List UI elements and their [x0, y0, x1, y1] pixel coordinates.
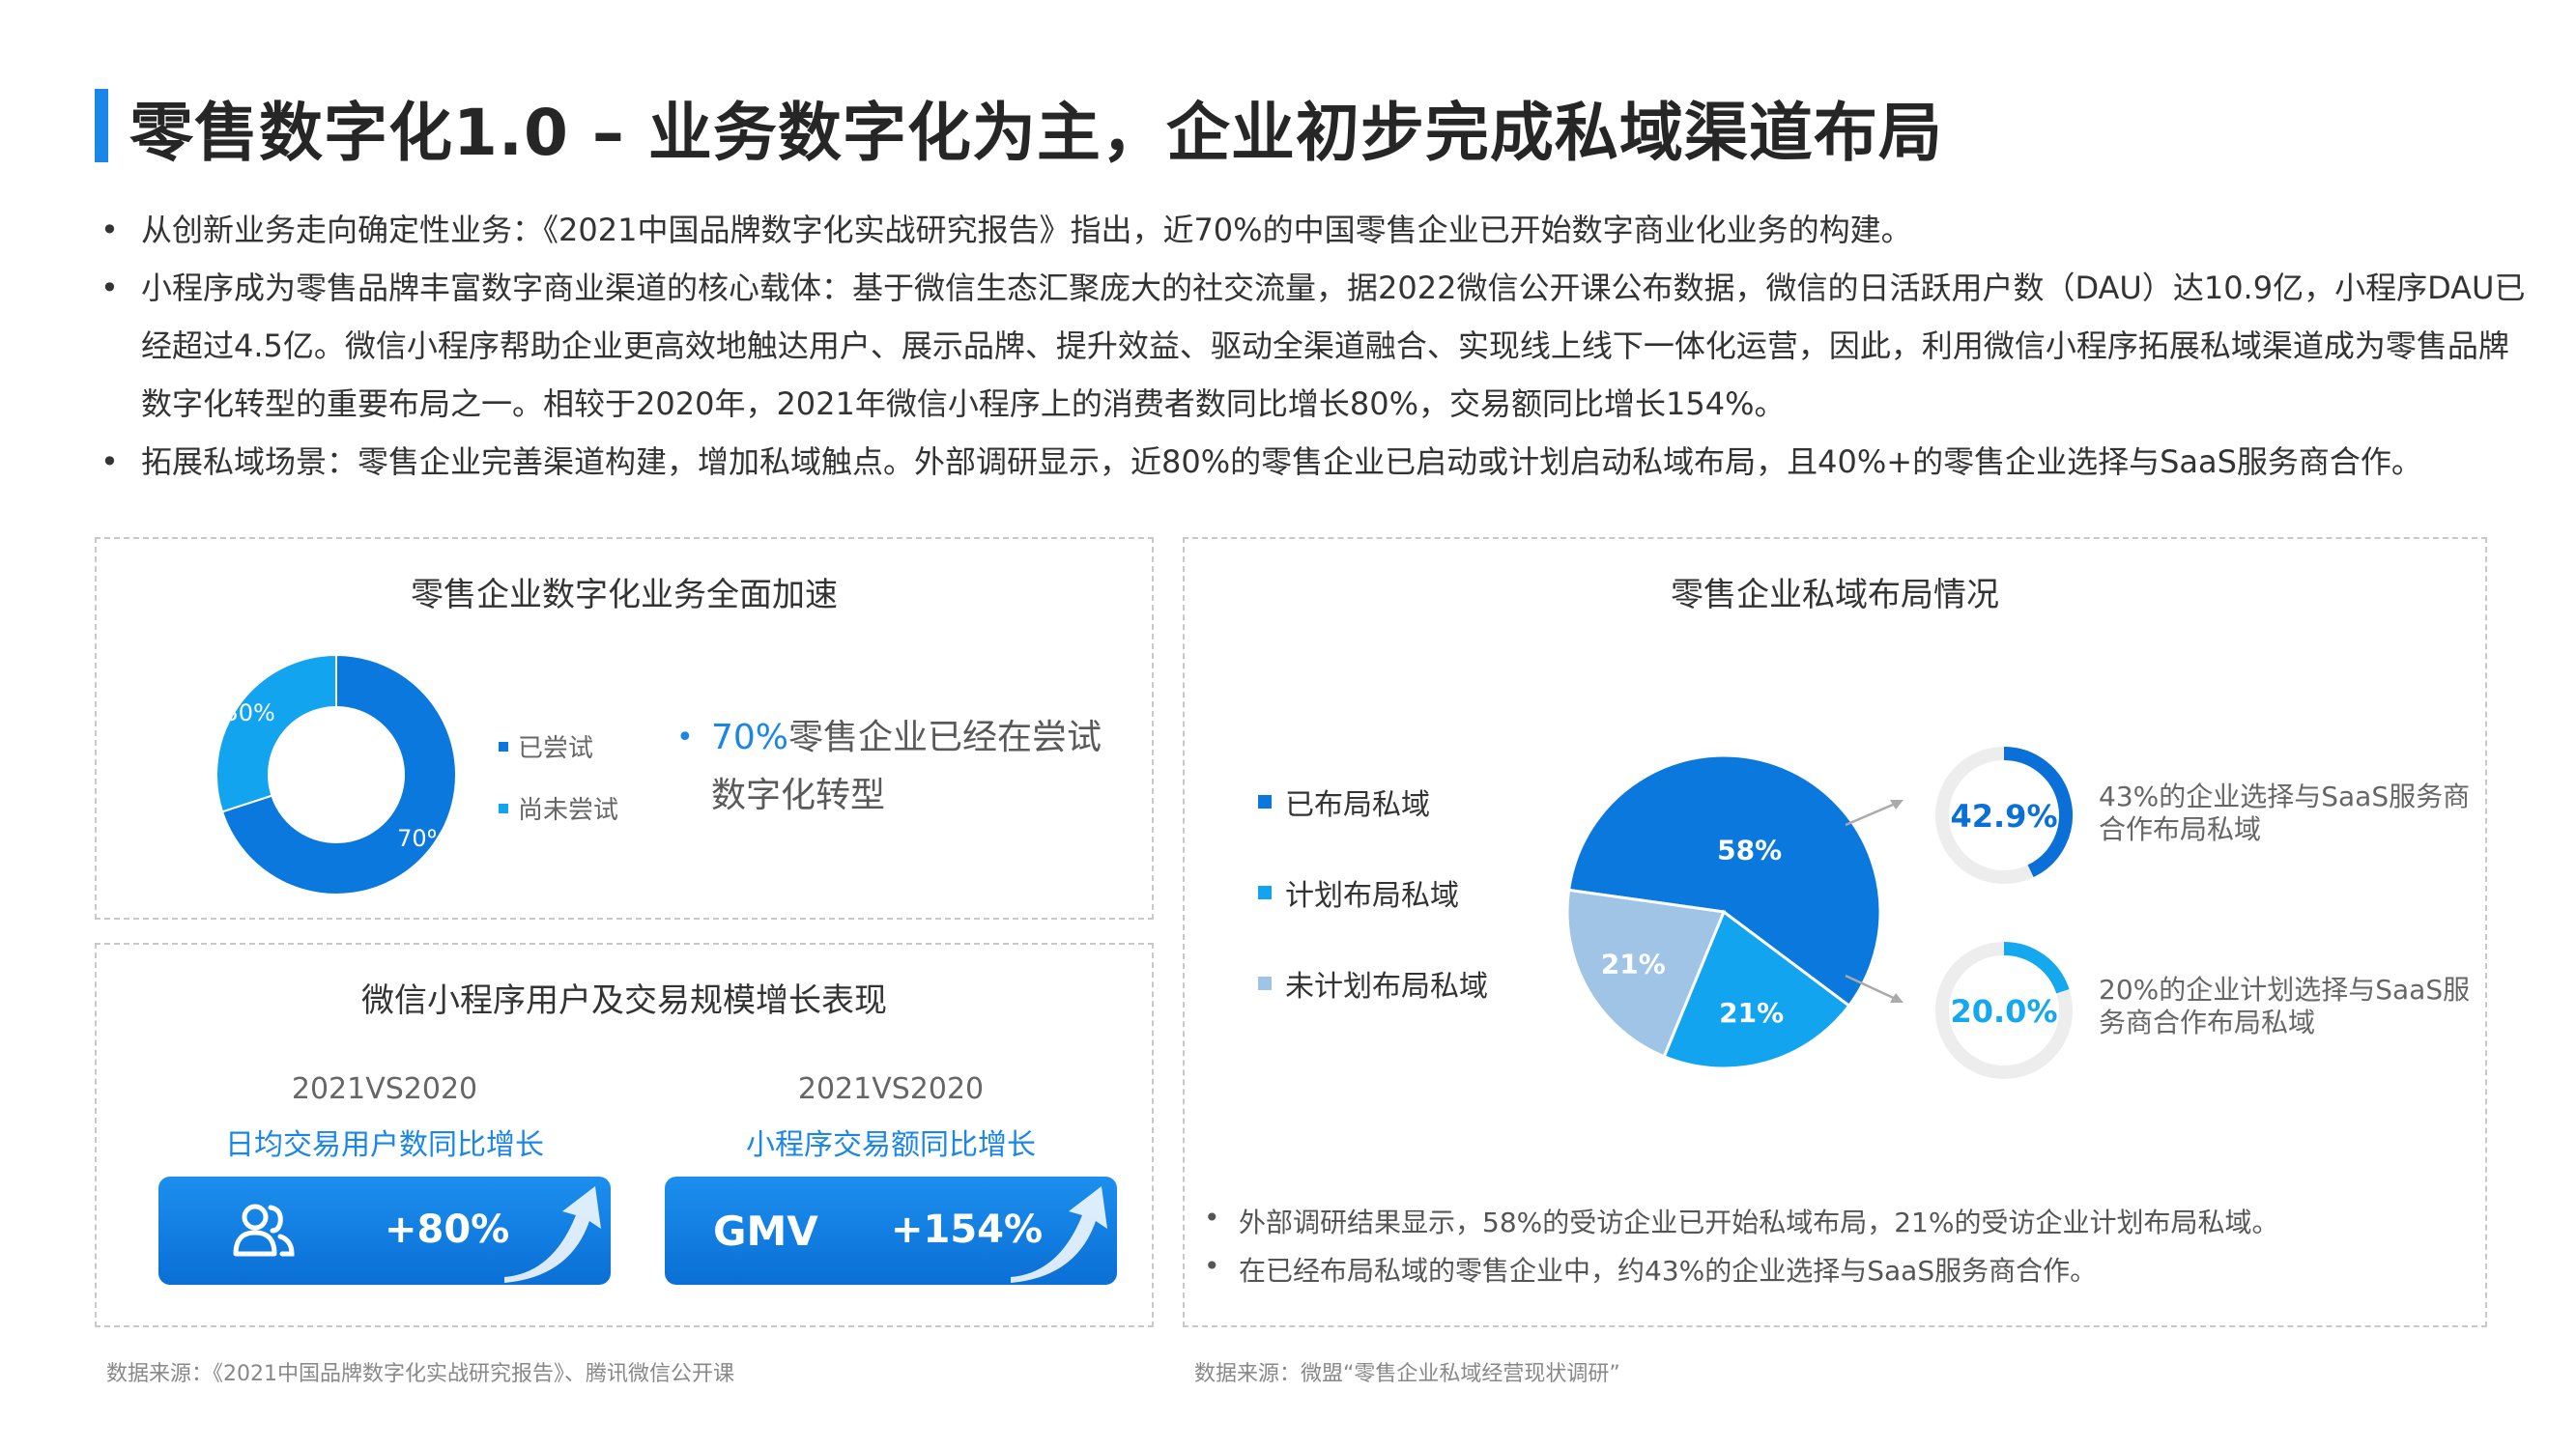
highlight-bullet: •: [676, 721, 694, 754]
highlight-number: 70%: [711, 718, 789, 757]
bullet-item: 从创新业务走向确定性业务：《2021中国品牌数字化实战研究报告》指出，近70%的…: [97, 201, 2532, 259]
right-metric-label: 小程序交易额同比增长: [746, 1128, 1036, 1162]
pie-data-label: 58%: [1717, 834, 1782, 866]
ring1-description: 43%的企业选择与SaaS服务商合作布局私域: [2099, 781, 2471, 845]
legend-label: 尚未尝试: [518, 796, 619, 825]
legend-swatch: [1258, 795, 1272, 809]
legend-item: 计划布局私域: [1258, 871, 1459, 914]
bullet-item: 小程序成为零售品牌丰富数字商业渠道的核心载体：基于微信生态汇聚庞大的社交流量，据…: [97, 259, 2532, 433]
digital-business-panel: 零售企业数字化业务全面加速 70% 30% 已尝试尚未尝试 • 70%零售企业已经…: [95, 537, 1154, 920]
legend-item: 已尝试: [499, 728, 593, 764]
page-title: 零售数字化1.0 – 业务数字化为主，企业初步完成私域渠道布局: [129, 96, 1943, 170]
pie-chart: 58% 21% 21%: [1565, 753, 1882, 1070]
legend-item: 尚未尝试: [499, 790, 618, 826]
left-period: 2021VS2020: [291, 1072, 478, 1106]
saas-adopted-ring: 42.9%: [1935, 747, 2073, 884]
users-growth-value: +80%: [385, 1208, 510, 1252]
pie-data-label: 21%: [1601, 949, 1666, 980]
growth-arrow-icon: [1011, 1186, 1107, 1283]
bullet-item: 拓展私域场景：零售企业完善渠道构建，增加私域触点。外部调研显示，近80%的零售企…: [97, 433, 2532, 491]
note-item: 外部调研结果显示，58%的受访企业已开始私域布局，21%的受访企业计划布局私域。: [1204, 1202, 2279, 1240]
pointer-arrow-icon: [1845, 974, 1903, 1003]
donut-chart: 70% 30%: [215, 653, 457, 895]
saas-planned-ring: 20.0%: [1935, 942, 2073, 1079]
legend-swatch: [499, 741, 508, 752]
legend-label: 已布局私域: [1285, 788, 1430, 822]
legend-label: 计划布局私域: [1285, 879, 1459, 913]
pie-data-label: 21%: [1719, 997, 1784, 1029]
gmv-badge: GMV: [713, 1208, 818, 1255]
legend-item: 未计划布局私域: [1258, 962, 1488, 1005]
ring-progress: [2003, 942, 2070, 994]
intro-bullets: 从创新业务走向确定性业务：《2021中国品牌数字化实战研究报告》指出，近70%的…: [97, 201, 2532, 491]
wechat-growth-panel: 微信小程序用户及交易规模增长表现 2021VS2020 日均交易用户数同比增长 …: [95, 943, 1154, 1327]
left-metric-label: 日均交易用户数同比增长: [225, 1128, 544, 1162]
ring2-description: 20%的企业计划选择与SaaS服务商合作布局私域: [2099, 974, 2471, 1038]
ring-value: 42.9%: [1950, 798, 2057, 835]
donut-slice: [215, 653, 337, 813]
donut-data-label: 30%: [224, 699, 275, 726]
growth-arrow-icon: [504, 1186, 601, 1283]
users-growth-card: +80%: [158, 1177, 611, 1285]
title-accent-bar: [95, 89, 108, 162]
legend-label: 未计划布局私域: [1285, 970, 1488, 1004]
donut-data-label: 70%: [397, 825, 448, 852]
source-right: 数据来源：微盟“零售企业私域经营现状调研”: [1194, 1362, 1620, 1386]
right-period: 2021VS2020: [797, 1072, 985, 1106]
legend-swatch: [499, 803, 508, 813]
pointer-arrow-icon: [1845, 800, 1903, 827]
users-icon: [233, 1204, 295, 1257]
panel-title: 零售企业私域布局情况: [1671, 576, 1999, 614]
legend-label: 已尝试: [518, 734, 594, 763]
legend-swatch: [1258, 977, 1272, 990]
panel-title: 零售企业数字化业务全面加速: [411, 576, 838, 614]
source-left: 数据来源：《2021中国品牌数字化实战研究报告》、腾讯微信公开课: [106, 1362, 734, 1386]
ring-value: 20.0%: [1950, 993, 2057, 1030]
legend-item: 已布局私域: [1258, 781, 1430, 823]
legend-swatch: [1258, 886, 1272, 899]
private-domain-panel: 零售企业私域布局情况 已布局私域 计划布局私域 未计划布局私域 58% 21% 21% …: [1183, 537, 2487, 1327]
panel-title: 微信小程序用户及交易规模增长表现: [361, 981, 887, 1020]
gmv-growth-card: GMV +154%: [665, 1177, 1117, 1285]
note-item: 在已经布局私域的零售企业中，约43%的企业选择与SaaS服务商合作。: [1204, 1250, 2097, 1289]
digital-highlight: • 70%零售企业已经在尝试数字化转型: [676, 709, 1117, 825]
